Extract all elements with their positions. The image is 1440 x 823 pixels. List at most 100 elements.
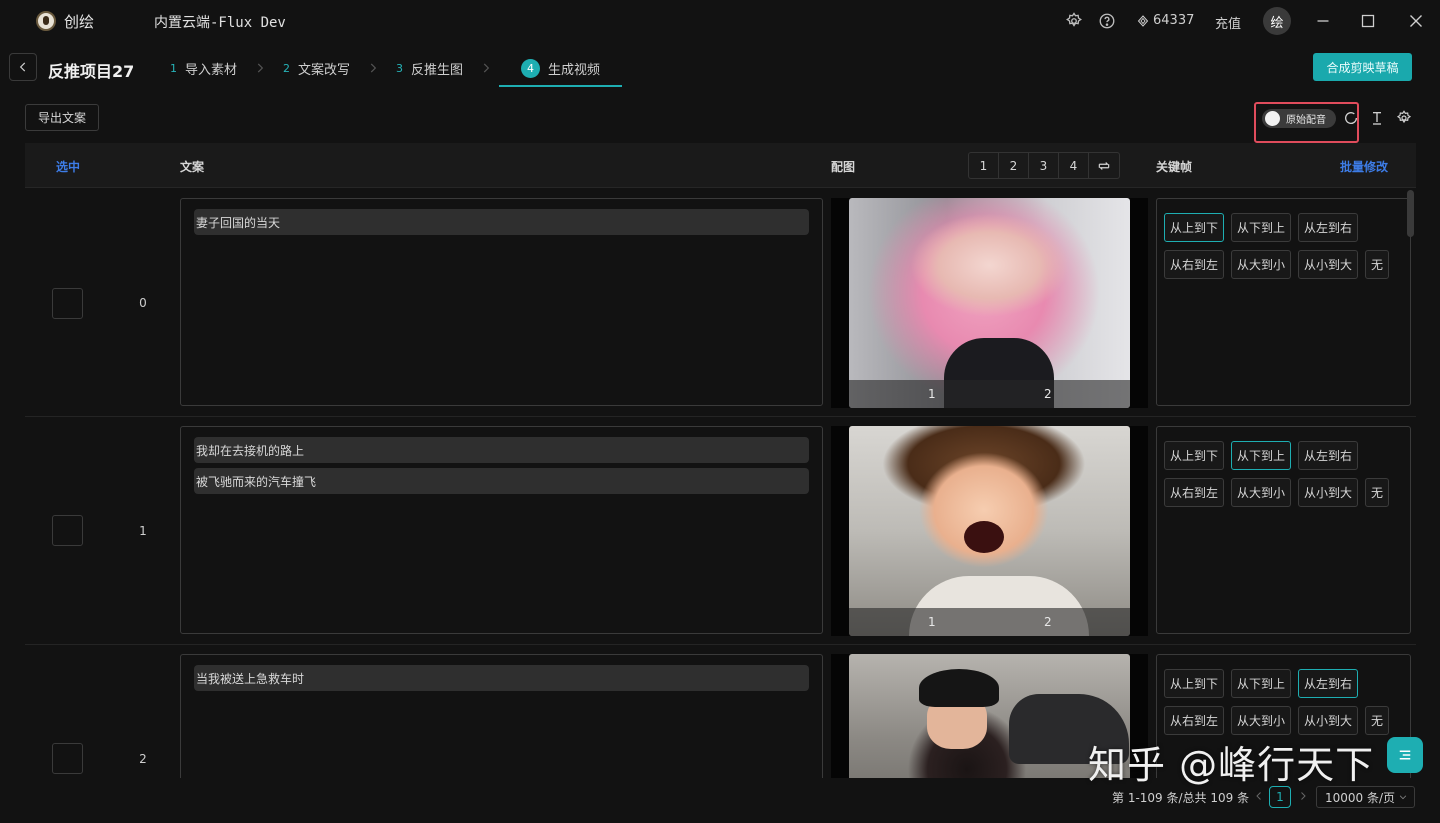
text-panel[interactable]: 我却在去接机的路上 被飞驰而来的汽车撞飞: [180, 426, 823, 634]
step-import[interactable]: 1 导入素材: [160, 50, 247, 86]
text-line[interactable]: 当我被送上急救车时: [194, 665, 809, 691]
text-panel[interactable]: 妻子回国的当天: [180, 198, 823, 406]
step-generate-video[interactable]: 4 生成视频: [499, 50, 623, 87]
swap-icon: [1098, 161, 1110, 170]
swap-button[interactable]: [1089, 153, 1119, 178]
text-format-icon[interactable]: [1369, 110, 1385, 126]
maximize-icon[interactable]: [1357, 10, 1379, 32]
avatar[interactable]: 绘: [1263, 7, 1291, 35]
image-page-bar: 1 2: [849, 380, 1130, 408]
keyframe-option[interactable]: 从下到上: [1231, 213, 1292, 242]
image-page-label[interactable]: 2: [1044, 387, 1052, 401]
image-page-3[interactable]: 3: [1029, 153, 1059, 178]
row-checkbox[interactable]: [52, 288, 83, 319]
image-page-label[interactable]: 1: [928, 387, 936, 401]
scrollbar-thumb[interactable]: [1407, 190, 1414, 237]
prev-page-icon[interactable]: [1253, 789, 1265, 803]
table-row: 0 妻子回国的当天 1 2 从上到下 从下到上 从左到右 从右到左 从大到小 从…: [25, 189, 1416, 417]
step-number: 1: [170, 61, 177, 75]
step-label: 文案改写: [298, 62, 351, 78]
column-select[interactable]: 选中: [56, 158, 80, 175]
image-page-4[interactable]: 4: [1059, 153, 1089, 178]
watermark: 知乎 @峰行天下: [1088, 743, 1375, 787]
table-row: 1 我却在去接机的路上 被飞驰而来的汽车撞飞 1 2 从上到下 从下到上 从左到…: [25, 417, 1416, 645]
keyframe-option[interactable]: 从小到大: [1298, 706, 1359, 735]
keyframe-option[interactable]: 从上到下: [1164, 669, 1225, 698]
refresh-icon[interactable]: [1343, 110, 1359, 126]
text-line[interactable]: 妻子回国的当天: [194, 209, 809, 235]
keyframe-option[interactable]: 从大到小: [1231, 706, 1292, 735]
text-line[interactable]: 我却在去接机的路上: [194, 437, 809, 463]
image-page-label[interactable]: 1: [928, 615, 936, 629]
export-text-button[interactable]: 导出文案: [25, 104, 99, 131]
keyframe-option[interactable]: 从右到左: [1164, 478, 1225, 507]
row-index: 0: [139, 296, 147, 310]
page-size-select[interactable]: 10000 条/页: [1316, 786, 1415, 808]
step-number: 4: [521, 58, 541, 78]
minimize-icon[interactable]: [1312, 10, 1334, 32]
keyframe-option[interactable]: 从大到小: [1231, 478, 1292, 507]
original-audio-toggle[interactable]: 原始配音: [1262, 109, 1336, 128]
keyframe-option[interactable]: 无: [1365, 478, 1390, 507]
next-page-icon[interactable]: [1297, 789, 1309, 803]
text-panel[interactable]: 当我被送上急救车时: [180, 654, 823, 778]
keyframe-option[interactable]: 从下到上: [1231, 669, 1292, 698]
hair-shape: [919, 669, 999, 707]
keyframe-option[interactable]: 从左到右: [1298, 441, 1359, 470]
step-rewrite[interactable]: 2 文案改写: [273, 50, 360, 86]
keyframe-option[interactable]: 从右到左: [1164, 250, 1225, 279]
settings-gear-icon[interactable]: [1396, 110, 1412, 126]
image-page-label[interactable]: 2: [1044, 615, 1052, 629]
mouth-shape: [964, 521, 1004, 553]
list-icon: [1399, 750, 1411, 760]
image-panel: 1 2: [831, 426, 1148, 636]
close-icon[interactable]: [1405, 10, 1427, 32]
text-line[interactable]: 被飞驰而来的汽车撞飞: [194, 468, 809, 494]
image-page-1[interactable]: 1: [969, 153, 999, 178]
floating-menu-button[interactable]: [1387, 737, 1423, 773]
keyframe-option[interactable]: 从上到下: [1164, 441, 1225, 470]
keyframe-option[interactable]: 从大到小: [1231, 250, 1292, 279]
back-button[interactable]: [9, 53, 37, 81]
table-header: 选中 文案 配图 1 2 3 4 关键帧 批量修改: [25, 143, 1416, 188]
pagination-total: 第 1-109 条/总共 109 条: [1112, 791, 1250, 805]
keyframe-panel: 从上到下 从下到上 从左到右 从右到左 从大到小 从小到大 无: [1156, 426, 1411, 634]
generated-image[interactable]: 1 2: [849, 426, 1130, 636]
recharge-link[interactable]: 充值: [1215, 13, 1241, 32]
app-logo-icon: [36, 11, 56, 31]
keyframe-option[interactable]: 无: [1365, 706, 1390, 735]
keyframe-option[interactable]: 无: [1365, 250, 1390, 279]
keyframe-option[interactable]: 从左到右: [1298, 669, 1359, 698]
keyframe-option[interactable]: 从小到大: [1298, 478, 1359, 507]
title-bar: 创绘 内置云端-Flux Dev 64337 充值 绘: [0, 0, 1440, 42]
keyframe-option[interactable]: 从小到大: [1298, 250, 1359, 279]
keyframe-option[interactable]: 从右到左: [1164, 706, 1225, 735]
row-checkbox[interactable]: [52, 743, 83, 774]
model-selector[interactable]: 内置云端-Flux Dev: [154, 12, 286, 32]
keyframe-option[interactable]: 从上到下: [1164, 213, 1225, 242]
image-page-2[interactable]: 2: [999, 153, 1029, 178]
chevron-right-icon: [257, 63, 264, 73]
help-icon[interactable]: [1098, 12, 1116, 30]
generated-image[interactable]: 1 2: [849, 198, 1130, 408]
batch-edit-link[interactable]: 批量修改: [1340, 158, 1388, 175]
column-image: 配图: [831, 160, 856, 174]
step-label: 导入素材: [185, 62, 238, 78]
step-nav: 1 导入素材 2 文案改写 3 反推生图 4 生成视频: [160, 50, 623, 87]
chevron-right-icon: [483, 63, 490, 73]
current-page[interactable]: 1: [1269, 786, 1291, 808]
credits-icon: [1137, 14, 1149, 27]
step-label: 反推生图: [411, 62, 464, 78]
keyframe-option[interactable]: 从下到上: [1231, 441, 1292, 470]
row-checkbox[interactable]: [52, 515, 83, 546]
step-number: 2: [283, 61, 291, 75]
column-keyframe: 关键帧: [1156, 160, 1193, 174]
step-number: 3: [396, 61, 404, 75]
step-reverse-image[interactable]: 3 反推生图: [386, 50, 473, 86]
chevron-right-icon: [370, 63, 377, 73]
app-name: 创绘: [64, 13, 95, 31]
credits-balance: 64337: [1137, 13, 1194, 28]
settings-gear-icon[interactable]: [1065, 12, 1083, 30]
compose-draft-button[interactable]: 合成剪映草稿: [1313, 53, 1412, 81]
keyframe-option[interactable]: 从左到右: [1298, 213, 1359, 242]
